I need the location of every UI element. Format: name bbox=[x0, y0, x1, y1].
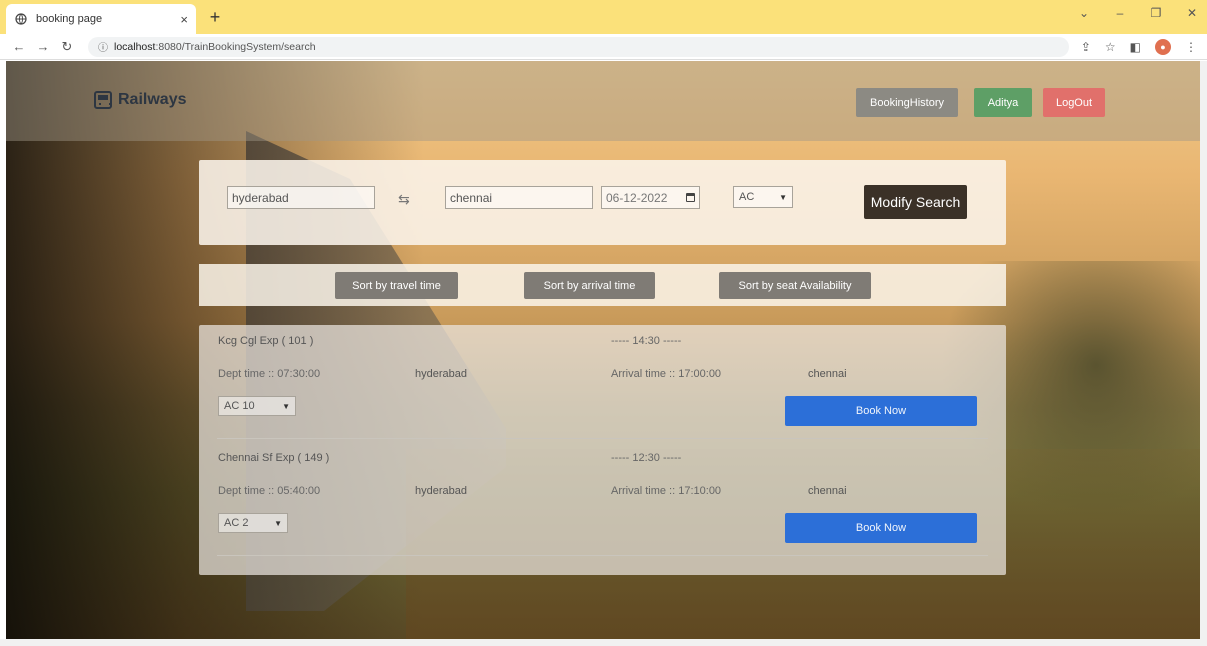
calendar-icon[interactable] bbox=[686, 193, 695, 202]
search-card: hyderabad ⇆ chennai 06-12-2022 AC ▼ Modi… bbox=[199, 160, 1006, 245]
globe-icon bbox=[14, 12, 28, 26]
from-station-input[interactable]: hyderabad bbox=[227, 186, 375, 209]
seat-class-select[interactable]: AC 2 ▼ bbox=[218, 513, 288, 533]
train-row: Kcg Cgl Exp ( 101 ) ----- 14:30 ----- De… bbox=[199, 325, 1006, 441]
swap-icon[interactable]: ⇆ bbox=[398, 191, 410, 208]
reload-icon[interactable]: ↻ bbox=[58, 39, 76, 55]
row-divider bbox=[217, 438, 988, 439]
train-results-list: Kcg Cgl Exp ( 101 ) ----- 14:30 ----- De… bbox=[199, 325, 1006, 575]
brand[interactable]: Railways bbox=[94, 91, 186, 109]
share-icon[interactable]: ⇪ bbox=[1081, 40, 1091, 54]
url-host: localhost bbox=[114, 40, 156, 53]
menu-dots-icon[interactable]: ⋮ bbox=[1185, 40, 1197, 54]
minimize-icon[interactable]: – bbox=[1113, 6, 1127, 20]
modify-search-button[interactable]: Modify Search bbox=[864, 185, 967, 219]
sort-bar: Sort by travel time Sort by arrival time… bbox=[199, 264, 1006, 306]
chevron-down-icon: ▼ bbox=[274, 518, 282, 528]
train-duration: ----- 12:30 ----- bbox=[611, 452, 682, 464]
arrival-time: Arrival time :: 17:00:00 bbox=[611, 368, 722, 380]
row-divider bbox=[217, 555, 988, 556]
book-now-button[interactable]: Book Now bbox=[785, 396, 977, 426]
departure-station: hyderabad bbox=[415, 368, 467, 380]
sort-arrival-time-button[interactable]: Sort by arrival time bbox=[524, 272, 655, 299]
forward-arrow-icon[interactable]: → bbox=[34, 39, 52, 54]
browser-tab[interactable]: booking page × bbox=[6, 4, 196, 34]
departure-time: Dept time :: 05:40:00 bbox=[218, 485, 321, 497]
tab-title: booking page bbox=[36, 13, 103, 25]
browser-tab-bar: booking page × + ⌄ – ❐ ✕ bbox=[0, 0, 1207, 34]
book-now-button[interactable]: Book Now bbox=[785, 513, 977, 543]
seat-class-select[interactable]: AC 10 ▼ bbox=[218, 396, 296, 416]
sidebar-icon[interactable]: ◧ bbox=[1130, 40, 1141, 54]
top-navbar: Railways BookingHistory Aditya LogOut bbox=[6, 61, 1200, 141]
sort-travel-time-button[interactable]: Sort by travel time bbox=[335, 272, 458, 299]
train-row: Chennai Sf Exp ( 149 ) ----- 12:30 -----… bbox=[199, 442, 1006, 558]
arrival-time: Arrival time :: 17:10:00 bbox=[611, 485, 722, 497]
arrival-station: chennai bbox=[808, 485, 847, 497]
address-bar-actions: ⇪ ☆ ◧ ● ⋮ bbox=[1081, 38, 1197, 55]
arrival-station: chennai bbox=[808, 368, 847, 380]
chevron-down-icon: ▼ bbox=[779, 192, 787, 202]
new-tab-button[interactable]: + bbox=[205, 7, 225, 28]
sort-seat-availability-button[interactable]: Sort by seat Availability bbox=[719, 272, 871, 299]
booking-history-button[interactable]: BookingHistory bbox=[856, 88, 958, 117]
train-name: Chennai Sf Exp ( 149 ) bbox=[218, 452, 330, 464]
close-window-icon[interactable]: ✕ bbox=[1185, 6, 1199, 20]
logout-button[interactable]: LogOut bbox=[1043, 88, 1105, 117]
page-viewport: Railways BookingHistory Aditya LogOut hy… bbox=[6, 61, 1200, 639]
close-tab-icon[interactable]: × bbox=[180, 12, 188, 27]
url-field[interactable]: ⓘ localhost:8080/TrainBookingSystem/sear… bbox=[88, 36, 1069, 57]
url-path: :8080/TrainBookingSystem/search bbox=[155, 40, 316, 53]
back-arrow-icon[interactable]: ← bbox=[10, 39, 28, 54]
tab-search-icon[interactable]: ⌄ bbox=[1077, 6, 1091, 20]
restore-icon[interactable]: ❐ bbox=[1149, 6, 1163, 20]
departure-time: Dept time :: 07:30:00 bbox=[218, 368, 321, 380]
vertical-scrollbar[interactable] bbox=[1200, 61, 1207, 639]
train-icon bbox=[94, 91, 112, 109]
class-select[interactable]: AC ▼ bbox=[733, 186, 793, 208]
chevron-down-icon: ▼ bbox=[282, 401, 290, 411]
brand-name: Railways bbox=[118, 91, 187, 108]
train-name: Kcg Cgl Exp ( 101 ) bbox=[218, 335, 314, 347]
seat-class-value: AC 2 bbox=[224, 517, 249, 529]
user-button[interactable]: Aditya bbox=[974, 88, 1032, 117]
to-station-input[interactable]: chennai bbox=[445, 186, 593, 209]
window-controls: ⌄ – ❐ ✕ bbox=[1077, 6, 1199, 20]
bookmark-star-icon[interactable]: ☆ bbox=[1105, 40, 1116, 54]
seat-class-value: AC 10 bbox=[224, 400, 255, 412]
info-icon[interactable]: ⓘ bbox=[98, 39, 108, 54]
class-select-value: AC bbox=[739, 191, 755, 203]
date-input[interactable]: 06-12-2022 bbox=[601, 186, 700, 209]
date-value: 06-12-2022 bbox=[606, 190, 668, 205]
profile-avatar-icon[interactable]: ● bbox=[1155, 38, 1171, 55]
departure-station: hyderabad bbox=[415, 485, 467, 497]
horizontal-scrollbar[interactable] bbox=[0, 639, 1207, 646]
address-bar: ← → ↻ ⓘ localhost:8080/TrainBookingSyste… bbox=[0, 34, 1207, 60]
train-duration: ----- 14:30 ----- bbox=[611, 335, 682, 347]
